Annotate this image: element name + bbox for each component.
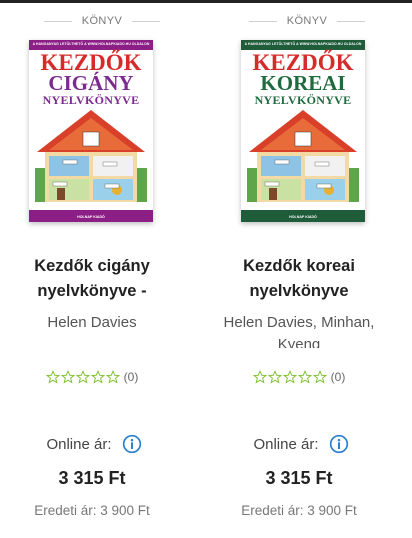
online-price-label: Online ár: [46, 435, 112, 453]
cover-title-line-3: NYELVKÖNYVE [42, 93, 140, 107]
star-outline-icon [312, 370, 327, 384]
star-outline-icon [90, 370, 105, 384]
product-type-row: KÖNYV [207, 12, 407, 30]
cover-title-line-2: CIGÁNY [48, 71, 134, 95]
rating-row: (0) [2, 370, 182, 384]
top-divider [0, 0, 412, 3]
book-cover-image: A HANGANYAG LETÖLTHETŐ A WWW.HOLNAPKIADO… [29, 40, 153, 222]
product-card: KÖNYV A HANGANYAG LETÖLTHETŐ A WWW.HOLNA… [2, 4, 202, 538]
divider-line [132, 20, 161, 22]
rating-count: (0) [123, 370, 139, 384]
cover-publisher: HOLNAP KIADÓ [289, 215, 317, 219]
cover-tagline: A HANGANYAG LETÖLTHETŐ A WWW.HOLNAPKIADO… [244, 42, 362, 46]
house-illustration [247, 110, 359, 202]
info-icon[interactable] [329, 434, 349, 454]
book-cover-link[interactable]: A HANGANYAG LETÖLTHETŐ A WWW.HOLNAPKIADO… [29, 40, 153, 222]
online-price-row: Online ár: [4, 434, 184, 454]
cover-tagline: A HANGANYAG LETÖLTHETŐ A WWW.HOLNAPKIADO… [32, 42, 150, 46]
house-illustration [35, 110, 147, 202]
divider-line [248, 20, 277, 22]
star-outline-icon [75, 370, 90, 384]
rating-count: (0) [330, 370, 346, 384]
star-outline-icon [45, 370, 60, 384]
product-type-label: KÖNYV [81, 15, 123, 27]
star-outline-icon [60, 370, 75, 384]
star-outline-icon [297, 370, 312, 384]
rating-row: (0) [209, 370, 389, 384]
cover-title-line-2: KOREAI [260, 71, 346, 95]
original-price: Eredeti ár: 3 900 Ft [34, 503, 150, 518]
rating-stars[interactable] [252, 370, 327, 384]
sale-price: 3 315 Ft [265, 468, 333, 488]
online-price-label: Online ár: [253, 435, 319, 453]
product-card: KÖNYV A HANGANYAG LETÖLTHETŐ A WWW.HOLNA… [207, 4, 407, 538]
divider-line [337, 20, 366, 22]
product-title[interactable]: Kezdők koreai nyelvkönyve [209, 254, 389, 304]
rating-stars[interactable] [45, 370, 120, 384]
original-price: Eredeti ár: 3 900 Ft [241, 503, 357, 518]
product-author[interactable]: Helen Davies, Minhan, Kyeng [209, 312, 389, 348]
sale-price: 3 315 Ft [58, 468, 126, 488]
book-cover-image: A HANGANYAG LETÖLTHETŐ A WWW.HOLNAPKIADO… [241, 40, 365, 222]
star-outline-icon [105, 370, 120, 384]
cover-publisher: HOLNAP KIADÓ [77, 215, 105, 219]
divider-line [43, 20, 72, 22]
info-icon[interactable] [122, 434, 142, 454]
product-author[interactable]: Helen Davies [2, 312, 182, 334]
star-outline-icon [252, 370, 267, 384]
cover-title-line-3: NYELVKÖNYVE [254, 93, 352, 107]
product-type-row: KÖNYV [2, 12, 202, 30]
star-outline-icon [282, 370, 297, 384]
online-price-row: Online ár: [211, 434, 391, 454]
product-type-label: KÖNYV [286, 15, 328, 27]
book-cover-link[interactable]: A HANGANYAG LETÖLTHETŐ A WWW.HOLNAPKIADO… [241, 40, 365, 222]
product-title[interactable]: Kezdők cigány nyelvkönyve - [2, 254, 182, 304]
star-outline-icon [267, 370, 282, 384]
